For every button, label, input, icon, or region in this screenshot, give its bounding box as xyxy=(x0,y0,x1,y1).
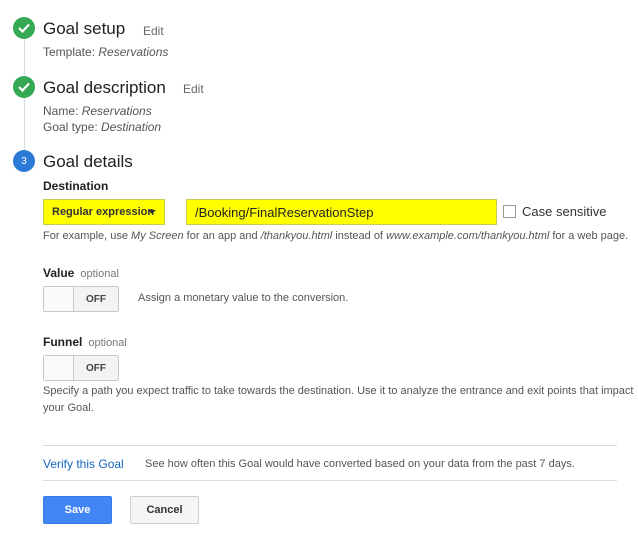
case-sensitive-checkbox[interactable] xyxy=(503,205,516,218)
toggle-state: OFF xyxy=(86,362,106,374)
value-toggle[interactable]: OFF xyxy=(43,286,119,312)
help-example: www.example.com/thankyou.html xyxy=(386,230,550,242)
help-text: for an app and xyxy=(183,230,261,242)
name-line: Name: Reservations xyxy=(43,104,152,118)
help-text: For example, use xyxy=(43,230,132,242)
step-number-badge: 3 xyxy=(13,150,35,172)
verify-goal-link[interactable]: Verify this Goal xyxy=(43,457,124,471)
value-description: Assign a monetary value to the conversio… xyxy=(138,292,349,304)
edit-goal-setup-link[interactable]: Edit xyxy=(143,24,164,38)
name-value: Reservations xyxy=(81,104,152,118)
help-text: for a web page. xyxy=(549,230,629,242)
chevron-down-icon xyxy=(148,210,156,214)
name-label: Name: xyxy=(43,104,79,118)
funnel-description-line-1: Specify a path you expect traffic to tak… xyxy=(43,385,634,397)
verify-description: See how often this Goal would have conve… xyxy=(145,458,575,470)
cancel-button[interactable]: Cancel xyxy=(130,496,199,524)
template-value: Reservations xyxy=(98,45,169,59)
destination-help: For example, use My Screen for an app an… xyxy=(43,230,628,242)
save-button[interactable]: Save xyxy=(43,496,112,524)
help-example: My Screen xyxy=(131,230,184,242)
toggle-knob xyxy=(44,287,74,311)
toggle-knob xyxy=(44,356,74,380)
divider xyxy=(43,480,617,481)
funnel-toggle[interactable]: OFF xyxy=(43,355,119,381)
goal-type-line: Goal type: Destination xyxy=(43,120,161,134)
step-title-goal-details: Goal details xyxy=(43,152,133,171)
case-sensitive-label: Case sensitive xyxy=(522,204,607,219)
template-line: Template: Reservations xyxy=(43,45,168,59)
edit-goal-description-link[interactable]: Edit xyxy=(183,82,204,96)
toggle-state: OFF xyxy=(86,293,106,305)
funnel-optional: optional xyxy=(88,337,127,349)
help-text: instead of xyxy=(332,230,387,242)
funnel-description-line-2: your Goal. xyxy=(43,402,94,414)
step-title-goal-description: Goal description xyxy=(43,78,166,97)
checkmark-icon xyxy=(13,17,35,39)
help-example: /thankyou.html xyxy=(260,230,333,242)
goal-type-label: Goal type: xyxy=(43,120,98,134)
destination-label: Destination xyxy=(43,179,109,193)
value-label: Value xyxy=(43,266,75,280)
destination-input[interactable] xyxy=(186,199,497,225)
value-optional: optional xyxy=(80,268,119,280)
value-heading: Value optional xyxy=(43,266,119,280)
template-label: Template: xyxy=(43,45,96,59)
match-type-dropdown[interactable]: Regular expression xyxy=(43,199,165,225)
step-title-goal-setup: Goal setup xyxy=(43,19,126,38)
checkmark-icon xyxy=(13,76,35,98)
goal-type-value: Destination xyxy=(101,120,162,134)
match-type-value: Regular expression xyxy=(52,206,155,218)
funnel-label: Funnel xyxy=(43,335,83,349)
funnel-heading: Funnel optional xyxy=(43,335,127,349)
divider xyxy=(43,445,617,446)
